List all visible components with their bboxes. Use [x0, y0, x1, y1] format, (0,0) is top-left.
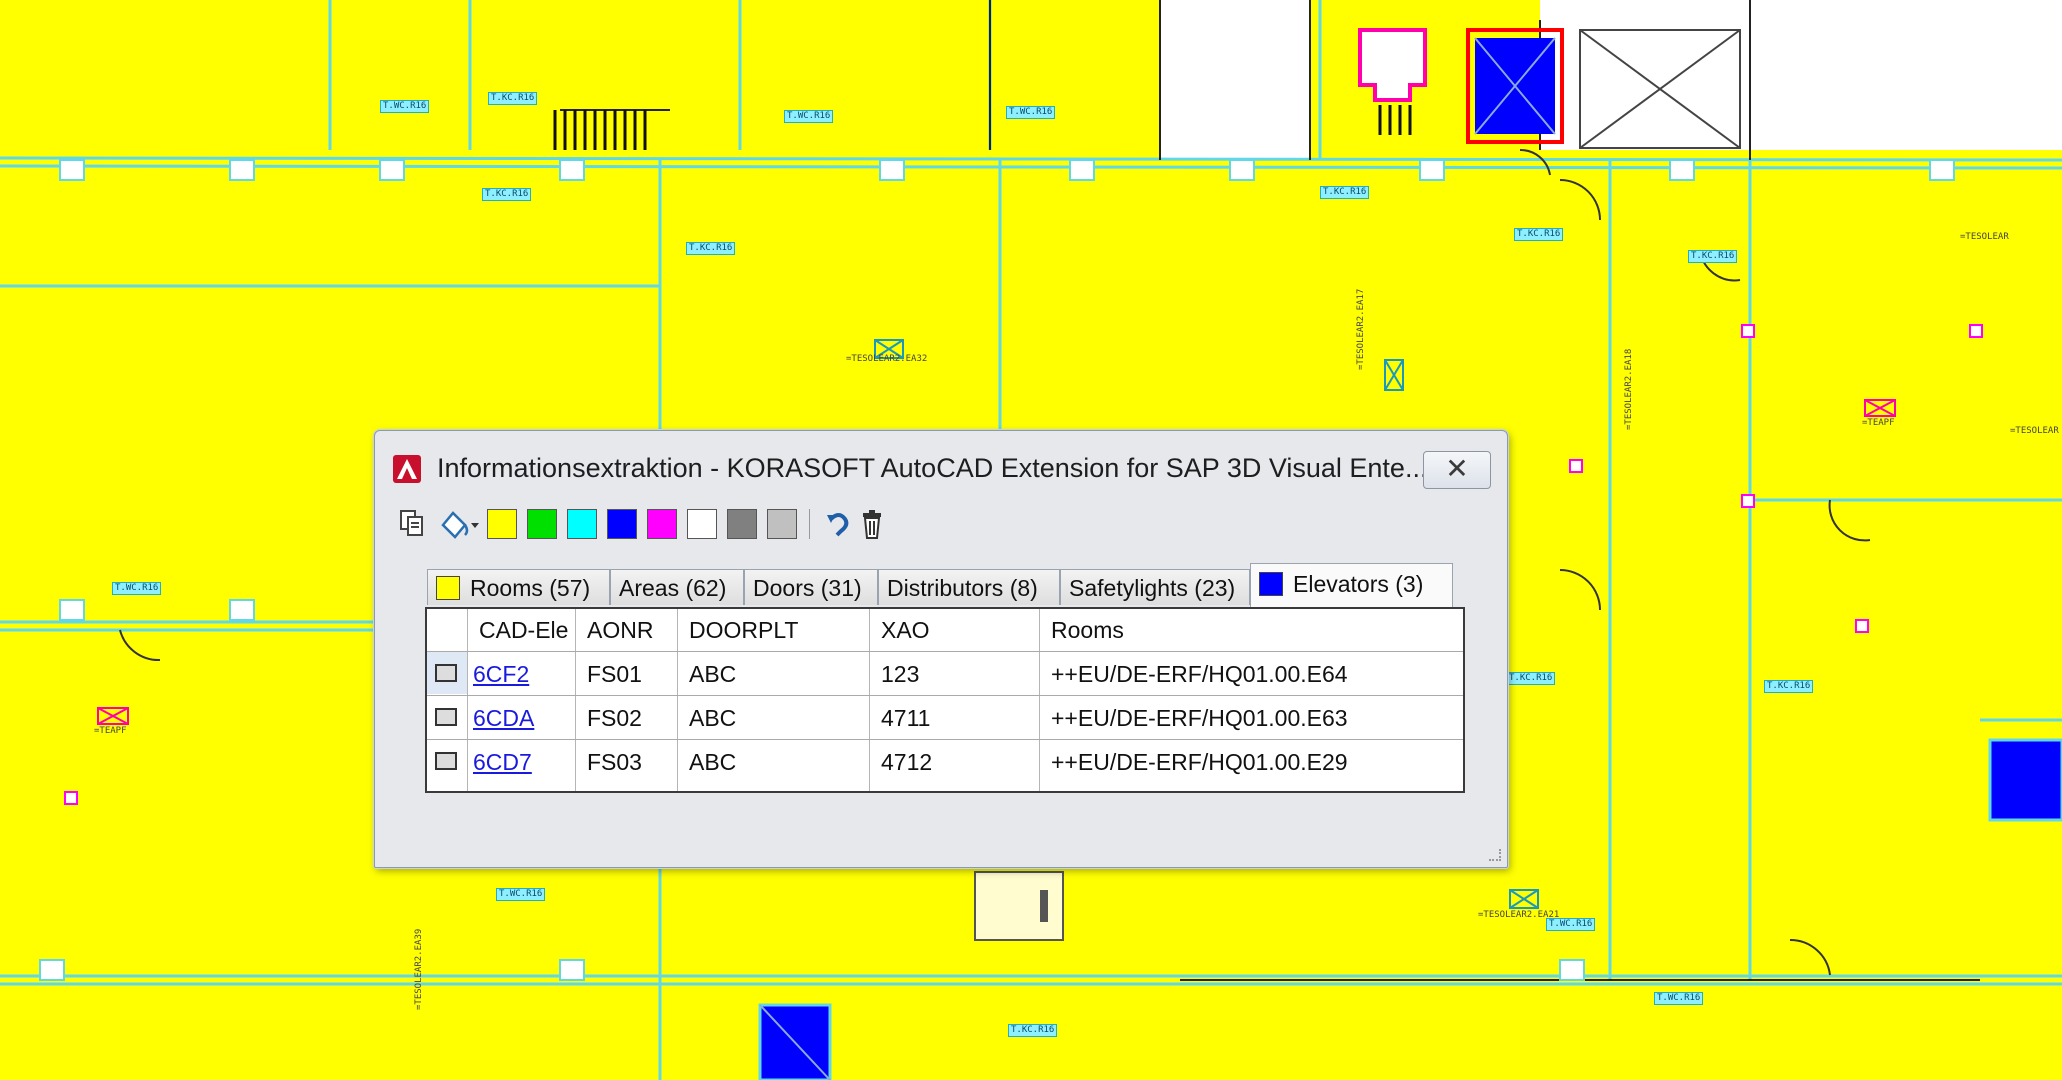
cell-rooms[interactable]: ++EU/DE-ERF/HQ01.00.E63 [1051, 696, 1348, 738]
tab-areas-label: Areas (62) [619, 575, 727, 601]
cad-annotation: =TESOLEAR2.EA21 [1478, 910, 1560, 920]
cad-room-label: T.KC.R16 [1008, 1024, 1058, 1037]
column-header-aonr[interactable]: AONR [587, 609, 653, 651]
column-header-cad-ele[interactable]: CAD-Ele [479, 609, 568, 651]
cad-room-label: T.WC.R16 [1006, 106, 1056, 119]
delete-icon[interactable] [855, 507, 889, 541]
cell-doorplt[interactable]: ABC [689, 652, 736, 694]
tab-safetylights[interactable]: Safetylights (23) [1060, 569, 1250, 605]
row-select-checkbox[interactable] [435, 752, 457, 770]
cad-room-label: T.KC.R16 [1320, 186, 1370, 199]
cad-annotation: =TESOLEAR2.EA17 [1356, 288, 1366, 370]
swatch-magenta[interactable] [647, 509, 677, 539]
cell-xao[interactable]: 4712 [881, 740, 932, 782]
cad-room-label: T.KC.R16 [488, 92, 538, 105]
cad-room-label: T.KC.R16 [1688, 250, 1738, 263]
close-button[interactable]: ✕ [1423, 451, 1491, 489]
cad-annotation: =TESOLEAR [2010, 426, 2059, 436]
tab-elevators[interactable]: Elevators (3) [1250, 563, 1453, 607]
tab-safetylights-label: Safetylights (23) [1069, 575, 1236, 601]
dialog-toolbar [395, 503, 1487, 545]
cell-doorplt[interactable]: ABC [689, 740, 736, 782]
cad-element-link[interactable]: 6CDA [473, 696, 534, 738]
dialog-titlebar[interactable]: Informationsextraktion - KORASOFT AutoCA… [375, 431, 1507, 493]
swatch-cyan[interactable] [567, 509, 597, 539]
column-header-rooms[interactable]: Rooms [1051, 609, 1124, 651]
swatch-green[interactable] [527, 509, 557, 539]
cell-aonr[interactable]: FS02 [587, 696, 642, 738]
tab-color-swatch [1259, 572, 1283, 596]
copy-icon[interactable] [395, 507, 429, 541]
cell-xao[interactable]: 4711 [881, 696, 930, 738]
elevators-grid[interactable]: CAD-Ele AONR DOORPLT XAO Rooms 6CF2 FS01… [425, 607, 1465, 793]
cad-room-label: T.WC.R16 [784, 110, 834, 123]
cad-annotation: =TESOLEAR [1960, 232, 2009, 242]
swatch-light-gray[interactable] [767, 509, 797, 539]
cell-aonr[interactable]: FS03 [587, 740, 642, 782]
cad-room-label: T.KC.R16 [1764, 680, 1814, 693]
column-header-doorplt[interactable]: DOORPLT [689, 609, 798, 651]
swatch-gray[interactable] [727, 509, 757, 539]
column-header-xao[interactable]: XAO [881, 609, 930, 651]
dialog-tabs: Rooms (57) Areas (62) Doors (31) Distrib… [427, 563, 1467, 607]
cell-rooms[interactable]: ++EU/DE-ERF/HQ01.00.E29 [1051, 740, 1348, 782]
table-row[interactable]: 6CD7 FS03 ABC 4712 ++EU/DE-ERF/HQ01.00.E… [427, 739, 1463, 782]
information-extraction-dialog[interactable]: Informationsextraktion - KORASOFT AutoCA… [374, 430, 1508, 868]
cad-room-label: T.KC.R16 [482, 188, 532, 201]
cad-annotation: =TESOLEAR2.EA39 [414, 928, 424, 1010]
cad-room-label: T.WC.R16 [380, 100, 430, 113]
cad-annotation: =TEAPF [1862, 418, 1895, 428]
dialog-title: Informationsextraktion - KORASOFT AutoCA… [437, 453, 1428, 483]
cell-xao[interactable]: 123 [881, 652, 919, 694]
cad-room-label: T.KC.R16 [1506, 672, 1556, 685]
cad-room-label: T.KC.R16 [686, 242, 736, 255]
swatch-blue[interactable] [607, 509, 637, 539]
cell-doorplt[interactable]: ABC [689, 696, 736, 738]
tab-distributors-label: Distributors (8) [887, 575, 1038, 601]
table-row[interactable]: 6CDA FS02 ABC 4711 ++EU/DE-ERF/HQ01.00.E… [427, 695, 1463, 738]
cad-room-label: T.KC.R16 [1514, 228, 1564, 241]
table-row[interactable]: 6CF2 FS01 ABC 123 ++EU/DE-ERF/HQ01.00.E6… [427, 651, 1463, 694]
cad-room-label: T.WC.R16 [1654, 992, 1704, 1005]
cad-room-label: T.WC.R16 [112, 582, 162, 595]
tab-rooms[interactable]: Rooms (57) [427, 569, 610, 605]
cell-rooms[interactable]: ++EU/DE-ERF/HQ01.00.E64 [1051, 652, 1348, 694]
swatch-yellow[interactable] [487, 509, 517, 539]
autocad-logo-icon [393, 455, 421, 483]
fill-color-dropdown-icon[interactable] [435, 507, 481, 541]
cad-element-link[interactable]: 6CD7 [473, 740, 532, 782]
cell-aonr[interactable]: FS01 [587, 652, 642, 694]
cad-room-label: T.WC.R16 [496, 888, 546, 901]
swatch-white[interactable] [687, 509, 717, 539]
resize-grip[interactable] [1489, 849, 1501, 861]
toolbar-separator [809, 509, 810, 539]
tab-areas[interactable]: Areas (62) [610, 569, 744, 605]
row-select-checkbox[interactable] [435, 664, 457, 682]
cad-element-link[interactable]: 6CF2 [473, 652, 529, 694]
cad-annotation: =TESOLEAR2.EA18 [1624, 348, 1634, 430]
tab-elevators-label: Elevators (3) [1293, 571, 1424, 597]
row-select-checkbox[interactable] [435, 708, 457, 726]
tab-doors[interactable]: Doors (31) [744, 569, 878, 605]
tab-color-swatch [436, 576, 460, 600]
cad-annotation: =TESOLEAR2.EA32 [846, 354, 928, 364]
tab-distributors[interactable]: Distributors (8) [878, 569, 1060, 605]
cad-annotation: =TEAPF [94, 726, 127, 736]
tab-rooms-label: Rooms (57) [470, 575, 591, 601]
tab-doors-label: Doors (31) [753, 575, 862, 601]
undo-icon[interactable] [821, 507, 855, 541]
